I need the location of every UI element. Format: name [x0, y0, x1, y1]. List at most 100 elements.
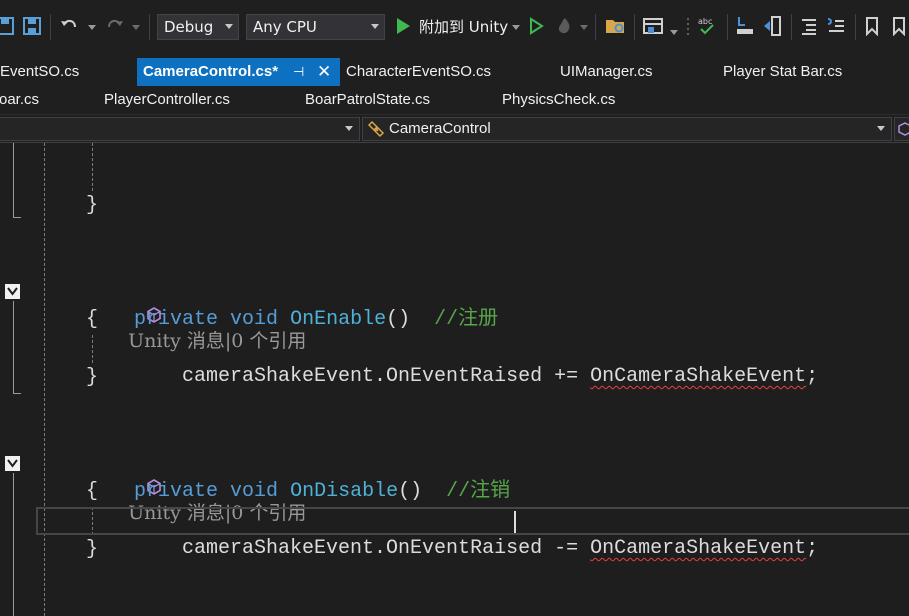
document-tabs-row-2: oar.cs PlayerController.cs BoarPatrolSta… [0, 86, 909, 114]
handler-reference-error: OnCameraShakeEvent [590, 365, 807, 388]
save-all-icon[interactable] [20, 12, 44, 40]
browser-link-dropdown-icon[interactable] [670, 30, 678, 35]
toolbar-separator [595, 14, 596, 40]
tab-camera-control[interactable]: CameraControl.cs* ⊣ ✕ [137, 58, 340, 86]
toolbar-separator [855, 14, 856, 40]
hot-reload-icon[interactable] [553, 12, 577, 40]
collapse-toggle-icon[interactable] [5, 456, 20, 471]
symbol-dropdown[interactable] [894, 117, 909, 141]
keyword: private [134, 480, 219, 503]
collapse-toggle-icon[interactable] [5, 284, 20, 299]
class-icon [367, 120, 386, 142]
outline-line [13, 143, 14, 217]
code-line-unsubscribe: cameraShakeEvent.OnEventRaised -= OnCame… [134, 507, 818, 560]
undo-icon[interactable] [56, 12, 82, 40]
spell-check-icon[interactable]: abc [694, 12, 720, 40]
code-line-brace-open: { [86, 480, 99, 503]
tab-label: PlayerController.cs [104, 91, 230, 108]
configuration-value: Debug [164, 18, 214, 36]
chevron-down-icon [225, 24, 233, 29]
code-line-brace-close: } [86, 538, 99, 561]
handler-reference-error: OnCameraShakeEvent [590, 537, 807, 560]
redo-dropdown-icon[interactable] [132, 25, 140, 30]
tab-physics-check[interactable]: PhysicsCheck.cs [502, 86, 615, 114]
uncomment-lines-icon[interactable] [824, 12, 848, 40]
toolbar-separator [727, 14, 728, 40]
keyword: void [230, 308, 279, 331]
tab-label: EventSO.cs [0, 63, 80, 80]
outline-line-end [13, 217, 21, 218]
solution-platform-dropdown[interactable]: Any CPU [246, 14, 385, 40]
indent-guide [92, 143, 93, 191]
statement: cameraShakeEvent.OnEventRaised [182, 537, 555, 560]
platform-value: Any CPU [253, 18, 317, 36]
main-toolbar: Debug Any CPU 附加到 Unity abc [0, 0, 909, 56]
code-line-on-enable: private void OnEnable() //注册 [86, 278, 498, 331]
comment: //注册 [434, 308, 499, 331]
hot-reload-dropdown-icon[interactable] [580, 25, 588, 30]
pin-icon[interactable]: ⊣ [293, 58, 304, 86]
comment-lines-icon[interactable] [797, 12, 821, 40]
code-line-brace: } [86, 194, 99, 217]
tab-label: UIManager.cs [560, 63, 653, 80]
attach-to-unity-button[interactable]: 附加到 Unity [419, 16, 508, 37]
tab-character-event-so[interactable]: CharacterEventSO.cs [346, 58, 491, 86]
toolbar-separator [791, 14, 792, 40]
toggle-breakpoint-icon[interactable] [760, 12, 784, 40]
punctuation: ; [806, 365, 819, 388]
outline-line-end [13, 393, 21, 394]
text-caret [514, 511, 516, 533]
document-tabs-row-1: EventSO.cs CameraControl.cs* ⊣ ✕ Charact… [0, 58, 909, 86]
outline-line [13, 473, 14, 616]
tab-event-so[interactable]: EventSO.cs [0, 58, 79, 86]
find-in-files-icon[interactable] [602, 12, 628, 40]
method-name: OnEnable [290, 308, 387, 331]
keyword: private [134, 308, 219, 331]
punctuation: () [398, 480, 423, 503]
codelens-info[interactable]: Unity 消息|0 个引用 [86, 250, 306, 352]
code-editor[interactable]: } Unity 消息|0 个引用 private void OnEnable()… [0, 143, 909, 616]
tab-ui-manager[interactable]: UIManager.cs [560, 58, 653, 86]
close-icon[interactable]: ✕ [317, 58, 331, 86]
start-without-debugging-icon[interactable] [525, 12, 547, 40]
toolbar-separator [634, 14, 635, 40]
tab-boar-patrol-state[interactable]: BoarPatrolState.cs [305, 86, 430, 114]
svg-text:abc: abc [698, 17, 712, 26]
chevron-down-icon [877, 126, 885, 131]
code-line-brace-open: { [86, 308, 99, 331]
cube-icon [898, 121, 909, 140]
type-dropdown[interactable] [0, 117, 360, 141]
tab-player-controller[interactable]: PlayerController.cs [104, 86, 230, 114]
member-dropdown[interactable]: CameraControl [362, 117, 892, 141]
solution-configuration-dropdown[interactable]: Debug [157, 14, 239, 40]
toolbar-separator [50, 14, 51, 40]
bookmark-next-icon[interactable] [888, 12, 909, 40]
save-icon[interactable] [0, 12, 16, 40]
keyword: void [230, 480, 279, 503]
step-into-icon[interactable] [733, 12, 757, 40]
start-debugging-icon[interactable] [392, 12, 414, 40]
indent-guide [44, 143, 45, 616]
undo-dropdown-icon[interactable] [88, 25, 96, 30]
bookmark-icon[interactable] [861, 12, 883, 40]
tab-label: PhysicsCheck.cs [502, 91, 616, 108]
navigation-bar: CameraControl [0, 114, 909, 143]
chevron-down-icon [371, 24, 379, 29]
browser-link-icon[interactable] [640, 12, 666, 40]
attach-dropdown-icon[interactable] [512, 25, 520, 30]
punctuation: () [386, 308, 411, 331]
tab-boar[interactable]: oar.cs [0, 86, 39, 114]
method-name: OnDisable [290, 480, 399, 503]
tab-label: BoarPatrolState.cs [305, 91, 431, 108]
tab-label: CharacterEventSO.cs [346, 63, 492, 80]
operator: - [554, 537, 567, 560]
statement: cameraShakeEvent.OnEventRaised += [182, 365, 591, 388]
redo-icon[interactable] [102, 12, 128, 40]
tab-player-stat-bar[interactable]: Player Stat Bar.cs [723, 58, 842, 86]
codelens-info[interactable]: Unity 消息|0 个引用 [86, 422, 306, 524]
comment: //注销 [446, 480, 511, 503]
code-line-subscribe: cameraShakeEvent.OnEventRaised += OnCame… [134, 335, 818, 388]
tab-label: Player Stat Bar.cs [723, 63, 843, 80]
code-line-on-disable: private void OnDisable() //注销 [86, 450, 510, 503]
toolbar-grip-icon [684, 12, 692, 40]
